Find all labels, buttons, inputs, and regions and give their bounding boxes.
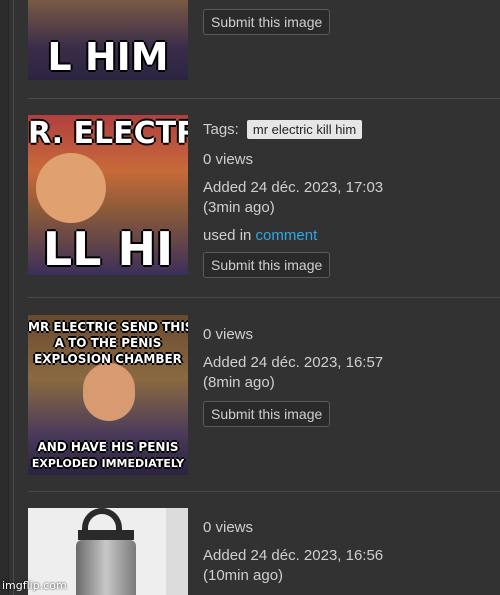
image-thumbnail[interactable]: L HIM bbox=[28, 0, 188, 80]
comment-link[interactable]: comment bbox=[256, 227, 318, 244]
image-item: 0 views Added 24 déc. 2023, 16:56 (10min… bbox=[28, 508, 500, 595]
added-ago: (8min ago) bbox=[203, 374, 275, 391]
added-ago: (3min ago) bbox=[203, 199, 275, 216]
image-thumbnail[interactable]: MR ELECTRIC SEND THIS A TO THE PENIS EXP… bbox=[28, 315, 188, 475]
submit-image-button[interactable]: Submit this image bbox=[203, 9, 331, 35]
tags-line: Tags: mr electric kill him bbox=[203, 120, 490, 146]
image-item: L HIM Submit this image bbox=[28, 0, 500, 98]
meme-caption-top-2: A TO THE PENIS bbox=[54, 336, 162, 350]
image-info: Submit this image bbox=[203, 9, 490, 35]
divider bbox=[28, 98, 500, 99]
added-date: Added 24 déc. 2023, 16:56 bbox=[203, 547, 384, 564]
views-count: 0 views bbox=[203, 326, 254, 343]
image-item: R. ELECTR LL HI Tags: mr electric kill hi… bbox=[28, 115, 500, 283]
added-date: Added 24 déc. 2023, 16:57 bbox=[203, 354, 384, 371]
bottle-cap bbox=[78, 530, 134, 540]
meme-caption: L HIM bbox=[47, 35, 169, 79]
submit-image-button[interactable]: Submit this image bbox=[203, 401, 331, 427]
divider bbox=[28, 297, 500, 298]
left-rail bbox=[0, 0, 9, 595]
face-shape bbox=[36, 153, 106, 223]
added-date: Added 24 déc. 2023, 17:03 bbox=[203, 179, 384, 196]
meme-caption-top: R. ELECTR bbox=[28, 116, 188, 151]
face-shape bbox=[83, 363, 135, 421]
imgflip-watermark: imgflip.com bbox=[2, 579, 67, 592]
image-info: 0 views Added 24 déc. 2023, 16:57 (8min … bbox=[203, 325, 490, 427]
meme-caption-bottom: LL HI bbox=[42, 222, 174, 275]
views-count: 0 views bbox=[203, 519, 254, 536]
meme-caption-top-1: MR ELECTRIC SEND THIS bbox=[28, 320, 188, 334]
views-count: 0 views bbox=[203, 151, 254, 168]
used-in-label: used in bbox=[203, 227, 252, 244]
image-thumbnail[interactable]: R. ELECTR LL HI bbox=[28, 115, 188, 275]
added-ago: (10min ago) bbox=[203, 567, 284, 584]
background-panel bbox=[166, 508, 188, 595]
thread-line bbox=[13, 0, 14, 595]
image-info: 0 views Added 24 déc. 2023, 16:56 (10min… bbox=[203, 518, 490, 586]
tag-chip[interactable]: mr electric kill him bbox=[246, 120, 363, 139]
divider bbox=[28, 491, 500, 492]
meme-caption-bottom-2: EXPLODED IMMEDIATELY bbox=[31, 457, 185, 470]
image-info: Tags: mr electric kill him 0 views Added … bbox=[203, 120, 490, 278]
used-in-line: used in comment bbox=[203, 226, 490, 246]
image-item: MR ELECTRIC SEND THIS A TO THE PENIS EXP… bbox=[28, 315, 500, 485]
submit-image-button[interactable]: Submit this image bbox=[203, 252, 331, 278]
meme-caption-bottom-1: AND HAVE HIS PENIS bbox=[37, 440, 179, 454]
meme-caption-top-3: EXPLOSION CHAMBER bbox=[34, 352, 182, 366]
tags-label: Tags: bbox=[203, 121, 239, 138]
bottle-body bbox=[76, 540, 136, 595]
